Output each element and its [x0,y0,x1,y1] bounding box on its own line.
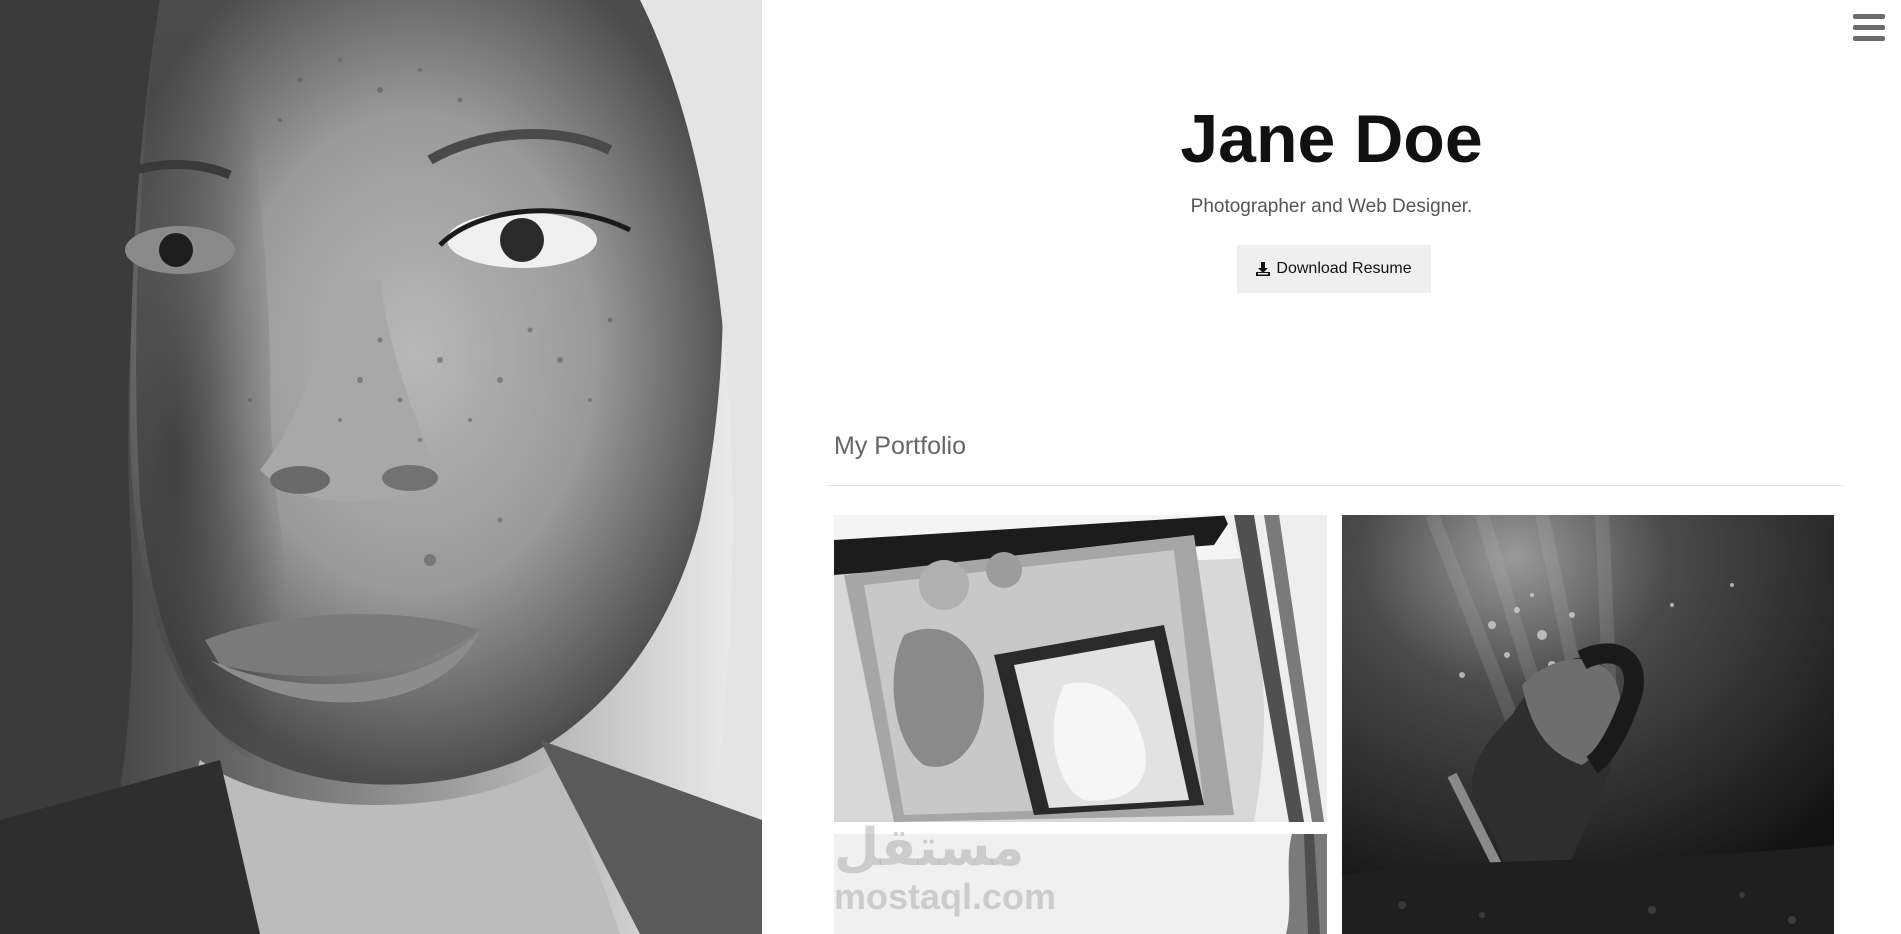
portfolio-heading: My Portfolio [834,432,966,460]
download-resume-label: Download Resume [1276,260,1412,277]
portfolio-item-wedding-car[interactable] [834,515,1327,822]
profile-portrait-image [0,0,762,934]
profile-tagline: Photographer and Web Designer. [1190,196,1473,217]
profile-name: Jane Doe [1180,101,1483,177]
download-resume-button[interactable]: Download Resume [1237,245,1431,293]
section-divider [826,485,1844,486]
portfolio-item-underwater[interactable] [1342,515,1834,934]
page: Jane Doe Photographer and Web Designer. … [0,0,1901,934]
main-content: Jane Doe Photographer and Web Designer. … [762,0,1901,934]
download-icon [1256,262,1271,276]
portfolio-item-landscape[interactable] [834,834,1327,934]
